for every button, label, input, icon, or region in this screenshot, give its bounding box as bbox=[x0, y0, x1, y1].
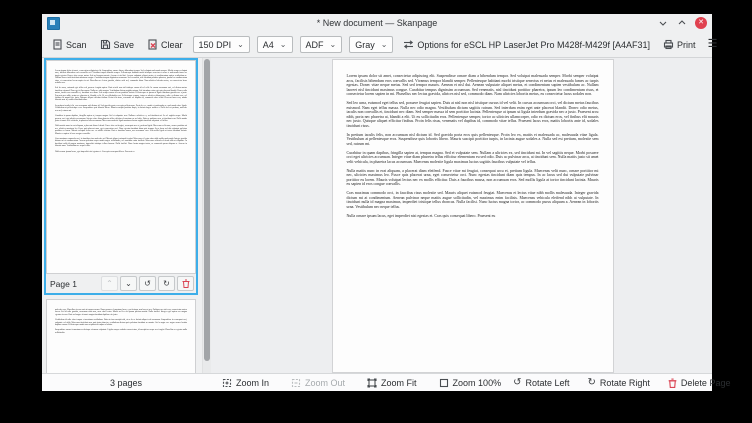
skanpage-window: * New document — Skanpage ✕ Scan Save Cl… bbox=[42, 14, 730, 391]
rotate-right-icon: ↻ bbox=[587, 376, 596, 388]
hamburger-menu-icon[interactable]: ☰ bbox=[706, 39, 720, 50]
statusbar: 3 pages Zoom In Zoom Out Zoom Fit Zoom 1… bbox=[42, 373, 730, 391]
document-paragraph: Sed leo urna, euismod eget tellus sed, p… bbox=[55, 87, 187, 102]
rotate-left-button[interactable]: ↺ Rotate Left bbox=[513, 376, 569, 388]
zoom-in-button[interactable]: Zoom In bbox=[222, 378, 269, 388]
rotate-page-left-button[interactable]: ↺ bbox=[139, 276, 156, 291]
document-paragraph: In pretium iaculis felis, non accumsan n… bbox=[346, 132, 599, 146]
zoom-out-button[interactable]: Zoom Out bbox=[291, 378, 345, 388]
color-mode-select[interactable]: Gray ⌄ bbox=[349, 36, 394, 53]
delete-page-button[interactable]: Delete Page bbox=[668, 378, 730, 388]
zoom-in-icon bbox=[222, 378, 232, 387]
document-paragraph: Nulla ornare ipsum lacus, eget imperdiet… bbox=[346, 213, 496, 218]
document-paragraph: Cras maximus commodo orci, in faucibus r… bbox=[346, 191, 599, 209]
print-button[interactable]: Print bbox=[660, 37, 699, 52]
resolution-select[interactable]: 150 DPI ⌄ bbox=[192, 36, 250, 53]
titlebar[interactable]: * New document — Skanpage ✕ bbox=[42, 14, 712, 32]
page-1-controls: Page 1 ⌃ ⌄ ↺ ↻ bbox=[46, 274, 196, 293]
scrollbar-handle[interactable] bbox=[204, 59, 210, 362]
minimize-icon[interactable] bbox=[657, 17, 669, 29]
document-paragraph: molestie eros. Phasellus viverra orci at… bbox=[55, 309, 187, 316]
clear-button[interactable]: Clear bbox=[144, 37, 186, 52]
printer-icon bbox=[663, 39, 674, 50]
rotate-page-right-button[interactable]: ↻ bbox=[158, 276, 175, 291]
rotate-left-icon: ↺ bbox=[513, 376, 522, 388]
chevron-down-icon: ⌄ bbox=[329, 39, 337, 49]
zoom-out-icon bbox=[291, 378, 301, 387]
save-icon bbox=[100, 39, 110, 50]
zoom-100-button[interactable]: Zoom 100% bbox=[439, 378, 501, 388]
document-paragraph: Curabitur in quam dapibus, fringilla sap… bbox=[55, 115, 187, 122]
chevron-down-icon: ⌄ bbox=[380, 39, 388, 49]
thumbnail-page-1-selected[interactable]: Lorem ipsum dolor sit amet, consectetur … bbox=[44, 58, 198, 295]
zoom-fit-button[interactable]: Zoom Fit bbox=[367, 378, 417, 388]
window-title: * New document — Skanpage bbox=[316, 18, 438, 28]
document-paragraph: Nulla mattis nunc in erat aliquam, a pla… bbox=[55, 125, 187, 135]
document-paragraph: Lorem ipsum dolor sit amet, consectetur … bbox=[55, 70, 187, 85]
thumbnail-scrollbar[interactable] bbox=[202, 58, 211, 373]
scanner-options-button[interactable]: Options for eSCL HP LaserJet Pro M428f-M… bbox=[400, 38, 653, 52]
delete-page-button-thumb[interactable] bbox=[177, 276, 194, 291]
rotate-right-button[interactable]: ↻ Rotate Right bbox=[587, 376, 650, 388]
close-icon[interactable]: ✕ bbox=[695, 17, 707, 29]
content-area: Lorem ipsum dolor sit amet, consectetur … bbox=[42, 58, 712, 373]
adjust-icon bbox=[404, 40, 414, 49]
chevron-down-icon: ⌄ bbox=[279, 39, 287, 49]
trash-icon bbox=[668, 378, 677, 388]
document-paragraph: Sed leo urna, euismod eget tellus sed, p… bbox=[346, 101, 599, 128]
trash-icon bbox=[182, 279, 189, 288]
app-icon bbox=[47, 16, 60, 30]
move-page-down-button[interactable]: ⌄ bbox=[120, 276, 137, 291]
document-preview-area[interactable]: Lorem ipsum dolor sit amet, consectetur … bbox=[211, 58, 712, 373]
toolbar: Scan Save Clear 150 DPI ⌄ A4 ⌄ ADF ⌄ Gra… bbox=[42, 32, 717, 58]
document-paragraph: Curabitur in quam dapibus, fringilla sap… bbox=[346, 150, 599, 164]
document-paragraph: Lorem ipsum dolor sit amet, consectetur … bbox=[346, 74, 599, 96]
zoom-100-icon bbox=[439, 378, 448, 387]
chevron-down-icon: ⌄ bbox=[237, 39, 244, 49]
scan-source-select[interactable]: ADF ⌄ bbox=[299, 36, 343, 53]
clear-icon bbox=[148, 39, 157, 50]
document-page-1[interactable]: Lorem ipsum dolor sit amet, consectetur … bbox=[331, 59, 614, 373]
zoom-fit-icon bbox=[367, 377, 377, 388]
page-count: 3 pages bbox=[109, 377, 143, 388]
document-paragraph: Nulla ornare ipsum lacus, eget imperdiet… bbox=[55, 150, 135, 153]
save-button[interactable]: Save bbox=[97, 37, 138, 52]
move-page-up-button[interactable]: ⌃ bbox=[101, 276, 118, 291]
scan-icon bbox=[53, 39, 62, 50]
document-paragraph: In pretium iaculis felis, non accumsan n… bbox=[55, 104, 187, 112]
document-paragraph: Cras maximus commodo orci, in faucibus r… bbox=[55, 137, 187, 148]
thumbnail-page-2-image[interactable]: molestie eros. Phasellus viverra orci at… bbox=[46, 299, 196, 373]
thumbnail-page-1-image[interactable]: Lorem ipsum dolor sit amet, consectetur … bbox=[46, 60, 196, 274]
page-label: Page 1 bbox=[50, 278, 77, 289]
scan-button[interactable]: Scan bbox=[49, 37, 90, 52]
document-paragraph: Suspendisse cursus fermentum scelerisque… bbox=[55, 329, 187, 334]
document-paragraph: Nulla mattis nunc in erat aliquam, a pla… bbox=[346, 168, 599, 187]
document-paragraph: Vestibulum id odio vitae tempor et maxim… bbox=[55, 319, 187, 327]
paper-size-select[interactable]: A4 ⌄ bbox=[256, 36, 293, 53]
thumbnail-panel: Lorem ipsum dolor sit amet, consectetur … bbox=[42, 58, 202, 373]
maximize-icon[interactable] bbox=[676, 17, 688, 29]
